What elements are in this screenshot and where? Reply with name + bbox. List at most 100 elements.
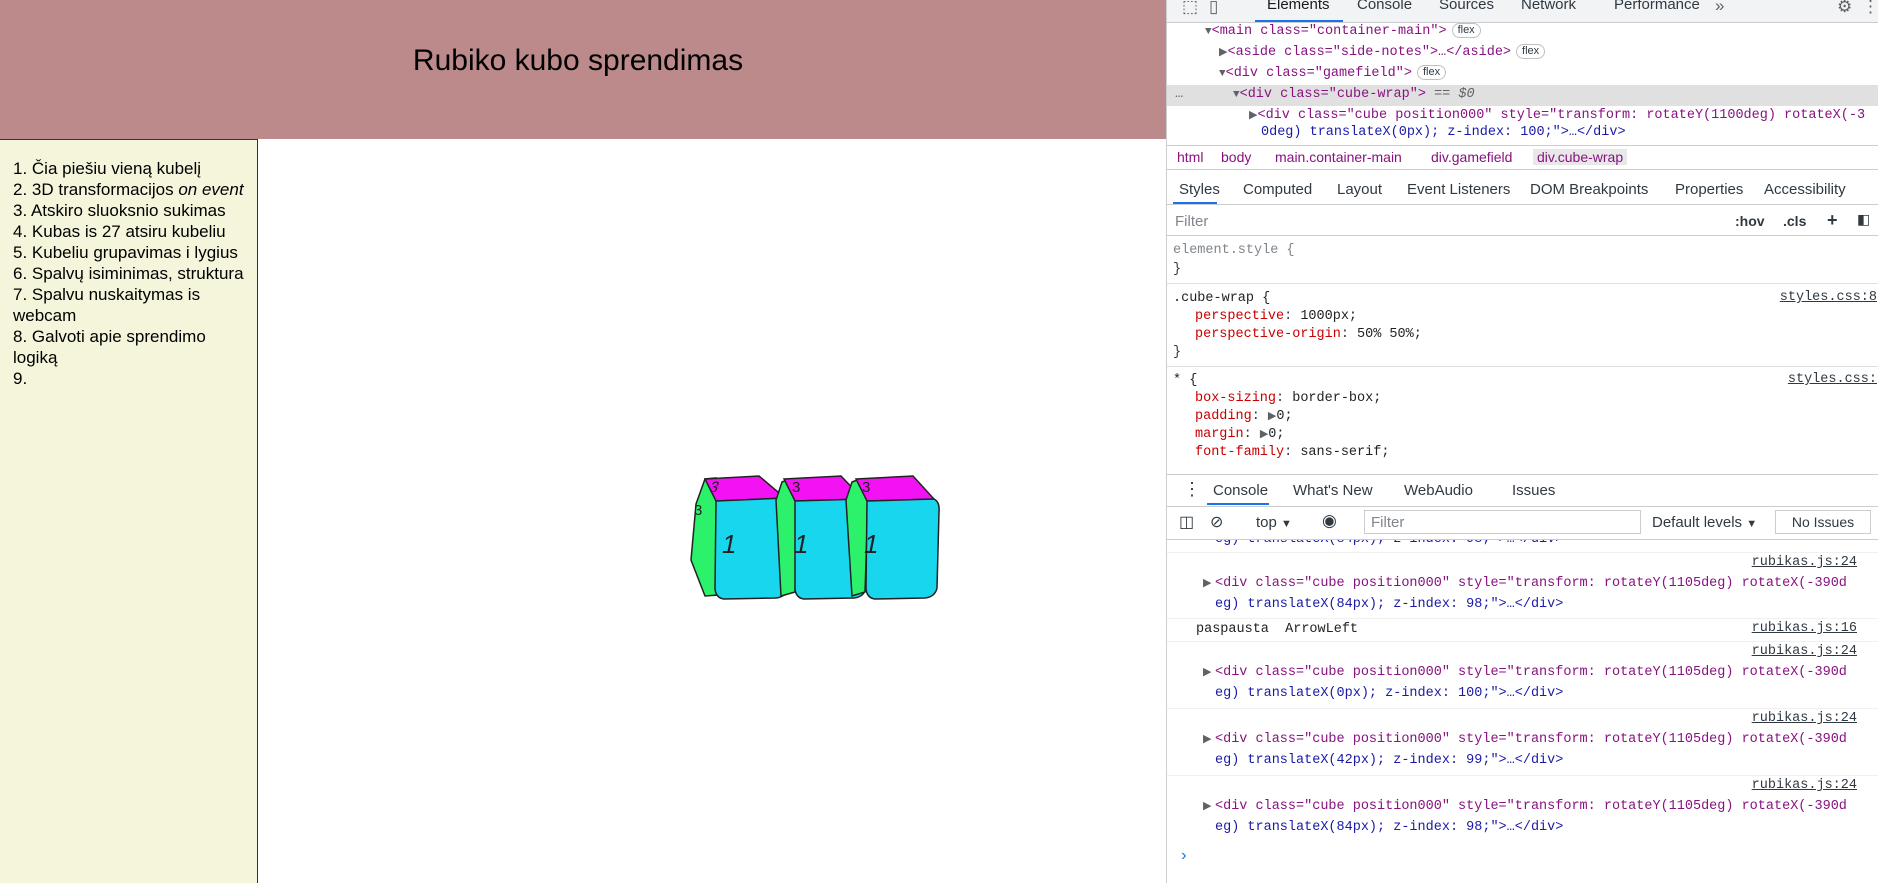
source-link[interactable]: styles.css: (1788, 372, 1877, 387)
breadcrumb-html[interactable]: html (1177, 149, 1203, 165)
cube-top-label: 3 (862, 479, 870, 496)
css-property[interactable]: perspective-origin: 50% 50%; (1195, 326, 1422, 344)
console-prompt[interactable]: › (1179, 847, 1189, 865)
active-drawer-tab-indicator (1207, 503, 1269, 505)
css-property[interactable]: padding: ▶0; (1195, 408, 1293, 426)
console-entry[interactable]: rubikas.js:16 paspausta ArrowLeft (1167, 618, 1878, 642)
gear-icon[interactable]: ⚙ (1837, 0, 1852, 17)
dom-row-ellipsis[interactable]: … (1175, 84, 1183, 105)
gamefield[interactable]: 1 3 3 1 3 1 3 (258, 140, 1166, 883)
new-rule-plus-icon[interactable]: + (1827, 210, 1838, 231)
console-entry[interactable]: rubikas.js:24 ▶ <div class="cube positio… (1167, 552, 1878, 619)
drawer-tabs: ⋮ Console What's New WebAudio Issues (1167, 474, 1878, 507)
caret-down-icon: ▼ (1281, 518, 1292, 530)
console-line-cut: eg) translateX(84px); z-index: 98;">…</d… (1215, 540, 1563, 550)
note-item: 3. Atskiro sluoksnio sukimas (13, 201, 226, 220)
console-node-line: eg) translateX(84px); z-index: 98;">…</d… (1215, 820, 1564, 835)
tab-computed[interactable]: Computed (1243, 181, 1312, 198)
dom-tree[interactable]: ▼<main class="container-main"> flex ▶<asi… (1167, 22, 1878, 140)
element-style-selector[interactable]: element.style { (1173, 242, 1295, 260)
console-filter-input[interactable]: Filter (1364, 510, 1641, 534)
tab-sources[interactable]: Sources (1439, 0, 1494, 13)
context-selector[interactable]: top ▼ (1256, 514, 1292, 531)
tab-layout[interactable]: Layout (1337, 181, 1382, 198)
toggle-sidebar-icon[interactable]: ◧ (1857, 211, 1870, 228)
tab-styles[interactable]: Styles (1179, 181, 1220, 198)
dom-node-main[interactable]: ▼<main class="container-main"> flex (1205, 22, 1481, 42)
css-property[interactable]: perspective: 1000px; (1195, 308, 1357, 326)
console-node-line: eg) translateX(42px); z-index: 99;">…</d… (1215, 753, 1564, 768)
tab-event-listeners[interactable]: Event Listeners (1407, 181, 1510, 198)
console-entry[interactable]: rubikas.js:24 ▶ <div class="cube positio… (1167, 708, 1878, 775)
cube[interactable]: 1 3 3 (690, 475, 792, 600)
flex-badge[interactable]: flex (1451, 23, 1481, 38)
console-source-link[interactable]: rubikas.js:24 (1752, 644, 1857, 659)
cube[interactable]: 1 3 (845, 475, 940, 600)
breadcrumb-body[interactable]: body (1221, 149, 1251, 165)
tab-console[interactable]: Console (1357, 0, 1412, 13)
breadcrumb-gamefield[interactable]: div.gamefield (1431, 149, 1512, 165)
source-link[interactable]: styles.css:8 (1780, 290, 1877, 305)
console-source-link[interactable]: rubikas.js:16 (1752, 621, 1857, 636)
console-source-link[interactable]: rubikas.js:24 (1752, 711, 1857, 726)
cube-side-label: 3 (694, 502, 702, 519)
device-toolbar-icon[interactable]: ▯ (1209, 0, 1218, 17)
selected-node-marker: == $0 (1434, 87, 1475, 102)
cube-front-label: 1 (794, 529, 808, 559)
devtools-panel: ⬚ ▯ Elements Console Sources Network Per… (1166, 0, 1878, 883)
drawer-menu-icon[interactable]: ⋮ (1183, 479, 1201, 500)
console-node-line: eg) translateX(84px); z-index: 98;">…</d… (1215, 597, 1564, 612)
console-entry[interactable]: rubikas.js:24 ▶ <div class="cube positio… (1167, 641, 1878, 708)
cube-wrap-selector[interactable]: .cube-wrap { (1173, 290, 1270, 308)
console-entry[interactable]: rubikas.js:24 ▶ <div class="cube positio… (1167, 775, 1878, 842)
rule-close: } (1173, 345, 1182, 360)
devtools-toolbar: ⬚ ▯ Elements Console Sources Network Per… (1167, 0, 1878, 23)
chevron-double-right-icon[interactable]: » (1715, 0, 1724, 16)
css-property[interactable]: box-sizing: border-box; (1195, 390, 1381, 408)
console-log: eg) translateX(84px); z-index: 98;">…</d… (1167, 540, 1878, 883)
console-node-line: <div class="cube position000" style="tra… (1215, 576, 1847, 591)
expand-triangle-icon[interactable]: ▶ (1260, 429, 1268, 441)
tab-accessibility[interactable]: Accessibility (1764, 181, 1846, 198)
css-property[interactable]: font-family: sans-serif; (1195, 444, 1389, 462)
tab-elements[interactable]: Elements (1267, 0, 1330, 13)
drawer-tab-webaudio[interactable]: WebAudio (1404, 482, 1473, 499)
console-source-link[interactable]: rubikas.js:24 (1752, 778, 1857, 793)
note-item: 8. Galvoti apie sprendimo logiką (13, 327, 206, 367)
clear-console-icon[interactable]: ⊘ (1210, 512, 1223, 532)
drawer-tab-console[interactable]: Console (1213, 482, 1268, 499)
cube-wrap[interactable]: 1 3 3 1 3 1 3 (258, 140, 1166, 883)
note-item: 4. Kubas is 27 atsiru kubeliu (13, 222, 226, 241)
kebab-menu-icon[interactable]: ⋮ (1862, 0, 1878, 17)
drawer-tab-whats-new[interactable]: What's New (1293, 482, 1373, 499)
tab-network[interactable]: Network (1521, 0, 1576, 13)
page-header: Rubiko kubo sprendimas (0, 0, 1166, 139)
note-item: 1. Čia piešiu vieną kubelį (13, 159, 202, 178)
sidebar-toggle-icon[interactable]: ◫ (1179, 512, 1194, 532)
hov-toggle[interactable]: :hov (1735, 213, 1765, 229)
tab-properties[interactable]: Properties (1675, 181, 1743, 198)
dom-node-cube-wrap[interactable]: ▼<div class="cube-wrap"> == $0 (1233, 84, 1475, 105)
breadcrumb-main[interactable]: main.container-main (1275, 149, 1402, 165)
eye-icon[interactable]: ◉ (1322, 511, 1337, 531)
flex-badge[interactable]: flex (1416, 65, 1447, 80)
universal-selector[interactable]: * { (1173, 372, 1197, 390)
dom-node-gamefield[interactable]: ▼<div class="gamefield"> flex (1219, 63, 1447, 84)
flex-badge[interactable]: flex (1516, 44, 1546, 59)
dom-node-aside[interactable]: ▶<aside class="side-notes">…</aside> flex (1219, 42, 1546, 63)
styles-filter-input[interactable]: Filter (1175, 213, 1208, 230)
console-source-link[interactable]: rubikas.js:24 (1752, 555, 1857, 570)
css-property[interactable]: margin: ▶0; (1195, 426, 1284, 444)
note-item: 7. Spalvu nuskaitymas is webcam (13, 285, 201, 325)
issues-button[interactable]: No Issues (1775, 510, 1871, 534)
breadcrumb-cube-wrap[interactable]: div.cube-wrap (1533, 149, 1628, 165)
inspect-element-icon[interactable]: ⬚ (1182, 0, 1198, 17)
rule-divider (1167, 283, 1878, 284)
log-levels-dropdown[interactable]: Default levels ▼ (1652, 514, 1757, 531)
tab-dom-breakpoints[interactable]: DOM Breakpoints (1530, 181, 1648, 198)
tab-performance[interactable]: Performance (1614, 0, 1700, 13)
styles-filter-bar: Filter :hov .cls + ◧ (1167, 209, 1878, 236)
drawer-tab-issues[interactable]: Issues (1512, 482, 1555, 499)
cls-toggle[interactable]: .cls (1783, 213, 1806, 229)
rule-close: } (1173, 262, 1182, 277)
